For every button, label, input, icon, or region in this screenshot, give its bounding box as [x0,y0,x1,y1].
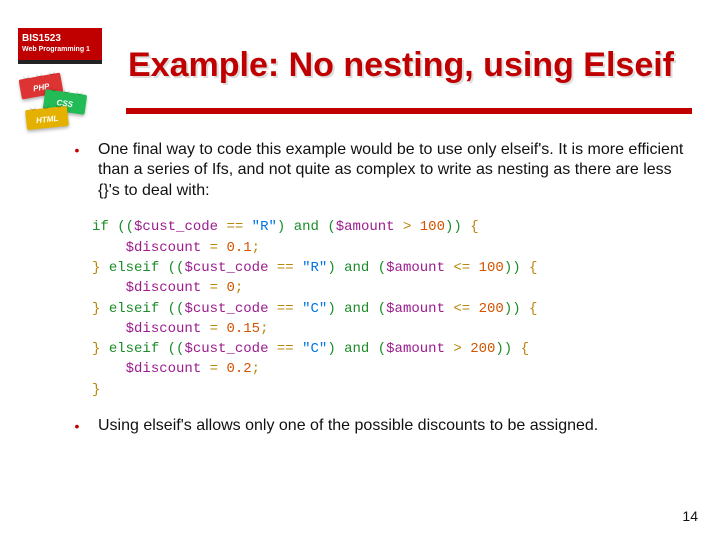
bullet-1-text: One final way to code this example would… [98,140,696,201]
bullet-2: • Using elseif's allows only one of the … [70,416,696,436]
bullet-dot-icon: • [70,416,84,436]
code-block: if (($cust_code == "R") and ($amount > 1… [92,217,696,400]
page-number: 14 [682,508,698,524]
course-code: BIS1523 [22,33,98,46]
block-html-label: HTML [36,114,59,125]
title-rule [126,108,692,114]
bullet-2-text: Using elseif's allows only one of the po… [98,416,696,436]
bullet-1: • One final way to code this example wou… [70,140,696,201]
slide-title: Example: No nesting, using Elseif [128,46,674,85]
course-name: Web Programming 1 [22,46,98,55]
bullet-dot-icon: • [70,140,84,201]
course-badge: BIS1523 Web Programming 1 [18,28,102,60]
decorative-blocks: PHP CSS HTML [18,72,98,132]
